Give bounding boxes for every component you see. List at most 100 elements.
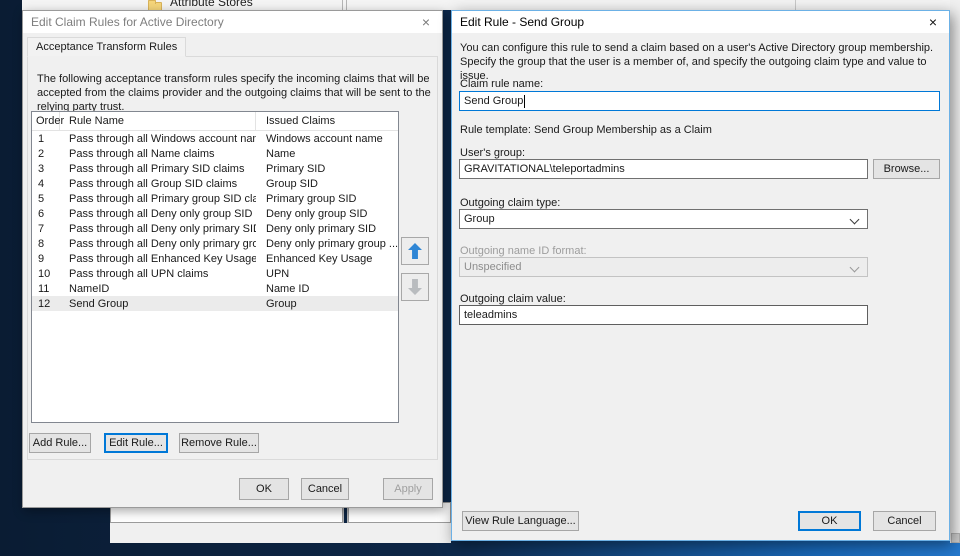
ok-button[interactable]: OK bbox=[239, 478, 289, 500]
table-cell: Pass through all Deny only primary group… bbox=[69, 237, 256, 250]
close-icon[interactable]: × bbox=[917, 11, 949, 33]
table-row[interactable]: 8 Pass through all Deny only primary grou… bbox=[32, 236, 398, 251]
outgoing-claim-type-label: Outgoing claim type: bbox=[460, 197, 561, 209]
table-cell: 2 bbox=[38, 147, 45, 160]
table-cell: 7 bbox=[38, 222, 45, 235]
table-cell: Deny only group SID bbox=[266, 207, 368, 220]
table-cell: 1 bbox=[38, 132, 45, 145]
background-statusbar bbox=[110, 523, 451, 543]
table-cell: 11 bbox=[38, 282, 50, 295]
table-cell: Pass through all Deny only group SID cla… bbox=[69, 207, 256, 220]
cancel-button[interactable]: Cancel bbox=[873, 511, 936, 531]
scrollbar-fragment bbox=[951, 533, 960, 543]
table-cell: Send Group bbox=[69, 297, 129, 310]
remove-rule-button[interactable]: Remove Rule... bbox=[179, 433, 259, 453]
table-cell: 5 bbox=[38, 192, 45, 205]
table-cell: 10 bbox=[38, 267, 51, 280]
edit-rule-send-group-dialog: Edit Rule - Send Group × You can configu… bbox=[451, 10, 950, 541]
users-group-field[interactable]: GRAVITATIONAL\teleportadmins bbox=[459, 159, 868, 179]
dialog-title: Edit Rule - Send Group bbox=[460, 15, 585, 29]
claim-rule-name-value: Send Group bbox=[464, 95, 524, 107]
table-cell: UPN bbox=[266, 267, 290, 280]
table-row[interactable]: 12 Send Group Group bbox=[32, 296, 398, 311]
table-row[interactable]: 3 Pass through all Primary SID claims Prim… bbox=[32, 161, 398, 176]
table-cell: 8 bbox=[38, 237, 45, 250]
ok-button[interactable]: OK bbox=[798, 511, 861, 531]
column-header-issued-claims[interactable]: Issued Claims bbox=[256, 115, 398, 127]
table-cell: Group bbox=[266, 297, 297, 310]
table-cell: Pass through all Group SID claims bbox=[69, 177, 238, 190]
dialog-title: Edit Claim Rules for Active Directory bbox=[31, 15, 224, 29]
table-cell: Primary group SID bbox=[266, 192, 357, 205]
table-header: Order Rule Name Issued Claims bbox=[32, 112, 398, 131]
outgoing-claim-value-label: Outgoing claim value: bbox=[460, 293, 566, 305]
rule-template-text: Rule template: Send Group Membership as … bbox=[460, 124, 712, 136]
table-row[interactable]: 5 Pass through all Primary group SID clai… bbox=[32, 191, 398, 206]
dialog-description: The following acceptance transform rules… bbox=[37, 73, 431, 113]
column-header-order[interactable]: Order bbox=[32, 112, 64, 130]
claim-rule-name-label: Claim rule name: bbox=[460, 78, 544, 90]
outgoing-name-id-format-value: Unspecified bbox=[464, 261, 522, 273]
table-cell: Pass through all Primary SID claims bbox=[69, 162, 245, 175]
table-row[interactable]: 2 Pass through all Name claims Name bbox=[32, 146, 398, 161]
table-row[interactable]: 11 NameID Name ID bbox=[32, 281, 398, 296]
table-cell: Pass through all Enhanced Key Usage cl..… bbox=[69, 252, 256, 265]
table-row[interactable]: 1 Pass through all Windows account name..… bbox=[32, 131, 398, 146]
outgoing-claim-type-combobox[interactable]: Group bbox=[459, 209, 868, 229]
outgoing-claim-value-text: teleadmins bbox=[464, 309, 518, 321]
table-row[interactable]: 6 Pass through all Deny only group SID cl… bbox=[32, 206, 398, 221]
users-group-label: User's group: bbox=[460, 147, 526, 159]
outgoing-name-id-format-combobox: Unspecified bbox=[459, 257, 868, 277]
desktop: Attribute Stores Edit Claim Rules for Ac… bbox=[0, 0, 960, 556]
users-group-value: GRAVITATIONAL\teleportadmins bbox=[464, 163, 625, 175]
browse-button[interactable]: Browse... bbox=[873, 159, 940, 179]
view-rule-language-button[interactable]: View Rule Language... bbox=[462, 511, 579, 531]
close-icon[interactable]: × bbox=[410, 11, 442, 33]
table-cell: 4 bbox=[38, 177, 45, 190]
edit-claim-rules-dialog: Edit Claim Rules for Active Directory × … bbox=[22, 10, 443, 508]
table-cell: 6 bbox=[38, 207, 45, 220]
outgoing-claim-value-input[interactable]: teleadmins bbox=[459, 305, 868, 325]
table-cell: Pass through all UPN claims bbox=[69, 267, 209, 280]
edit-rule-button[interactable]: Edit Rule... bbox=[104, 433, 168, 453]
claim-rule-name-input[interactable]: Send Group bbox=[459, 91, 940, 111]
tree-item-attribute-stores[interactable]: Attribute Stores bbox=[170, 0, 253, 9]
table-row[interactable]: 9 Pass through all Enhanced Key Usage cl.… bbox=[32, 251, 398, 266]
table-cell: Deny only primary group ... bbox=[266, 237, 398, 250]
rules-list: 1 Pass through all Windows account name..… bbox=[32, 131, 398, 311]
table-cell: Deny only primary SID bbox=[266, 222, 377, 235]
folder-icon bbox=[148, 0, 162, 10]
table-cell: Windows account name bbox=[266, 132, 383, 145]
background-mmc-topband: Attribute Stores bbox=[22, 0, 960, 10]
table-cell: Enhanced Key Usage bbox=[266, 252, 373, 265]
table-cell: Pass through all Windows account name... bbox=[69, 132, 256, 145]
table-row[interactable]: 10 Pass through all UPN claims UPN bbox=[32, 266, 398, 281]
arrow-up-icon bbox=[408, 243, 422, 259]
table-cell: Pass through all Deny only primary SID c… bbox=[69, 222, 256, 235]
tab-acceptance-transform-rules[interactable]: Acceptance Transform Rules bbox=[27, 37, 187, 57]
background-actions-pane bbox=[950, 0, 960, 543]
move-rule-up-button[interactable] bbox=[401, 237, 429, 265]
table-cell: Name bbox=[266, 147, 296, 160]
table-row[interactable]: 7 Pass through all Deny only primary SI D … bbox=[32, 221, 398, 236]
table-cell: Name ID bbox=[266, 282, 310, 295]
title-bar[interactable]: Edit Rule - Send Group × bbox=[452, 11, 949, 33]
pane-divider bbox=[342, 0, 347, 10]
outgoing-name-id-format-label: Outgoing name ID format: bbox=[460, 245, 587, 257]
chevron-down-icon bbox=[849, 262, 860, 273]
pane-divider bbox=[795, 0, 796, 10]
table-cell: Primary SID bbox=[266, 162, 326, 175]
move-rule-down-button bbox=[401, 273, 429, 301]
table-row[interactable]: 4 Pass through all Group SID claims Group … bbox=[32, 176, 398, 191]
add-rule-button[interactable]: Add Rule... bbox=[29, 433, 91, 453]
title-bar[interactable]: Edit Claim Rules for Active Directory × bbox=[23, 11, 442, 33]
table-cell: Pass through all Name claims bbox=[69, 147, 215, 160]
outgoing-claim-type-value: Group bbox=[464, 213, 495, 225]
table-cell: 12 bbox=[38, 297, 51, 310]
claim-rules-table[interactable]: Order Rule Name Issued Claims 1 Pass thro… bbox=[31, 111, 399, 423]
arrow-down-icon bbox=[408, 279, 422, 295]
table-cell: 9 bbox=[38, 252, 45, 265]
column-header-rule-name[interactable]: Rule Name bbox=[60, 112, 256, 130]
apply-button: Apply bbox=[383, 478, 433, 500]
cancel-button[interactable]: Cancel bbox=[301, 478, 349, 500]
